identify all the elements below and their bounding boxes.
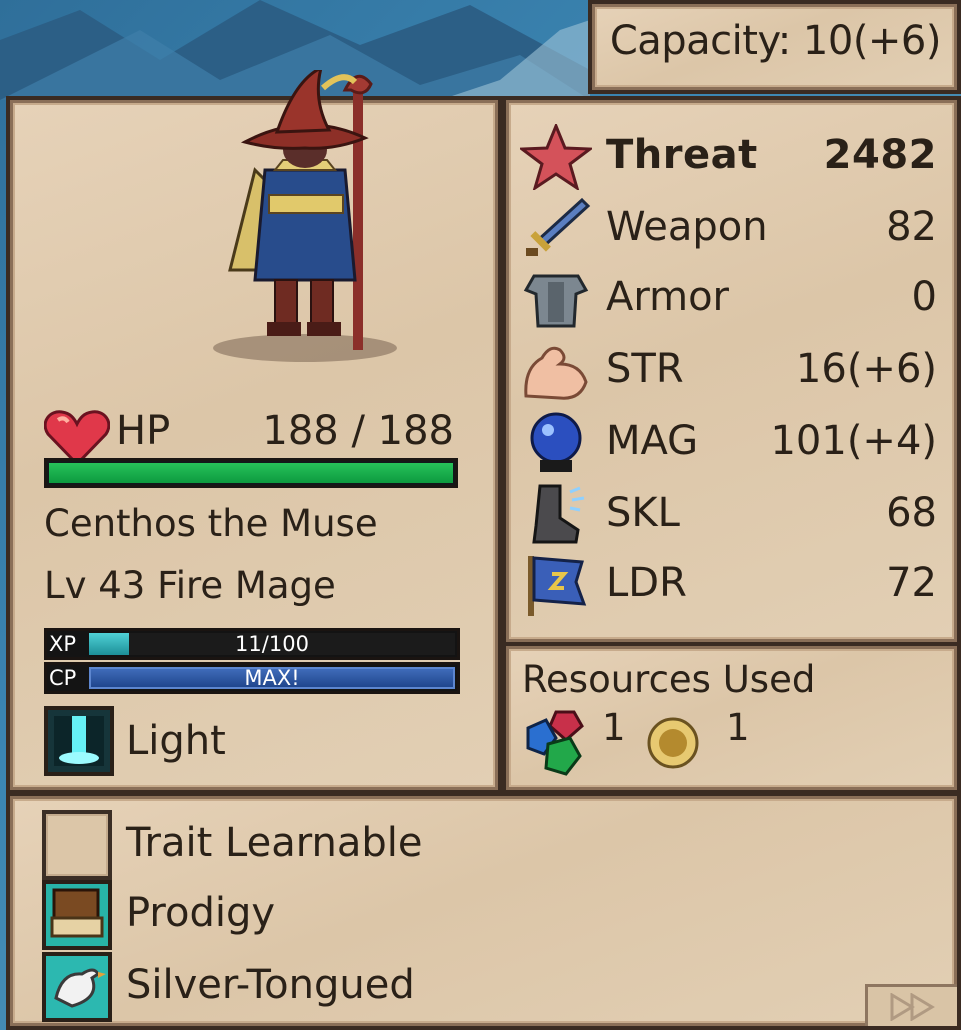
resources-panel: Resources Used 1 1 — [502, 642, 961, 794]
hp-row: HP 188 / 188 — [44, 404, 464, 466]
element-row[interactable]: Light — [44, 706, 344, 776]
cp-bar: CP MAX! — [44, 662, 460, 694]
element-label: Light — [126, 718, 226, 764]
stats-panel: Threat 2482 Weapon 82 Armor 0 STR 16(+6) — [502, 96, 961, 646]
banner-flag-icon — [528, 556, 587, 616]
stat-armor: Armor 0 — [520, 266, 937, 332]
next-page-button[interactable] — [865, 984, 957, 1026]
stat-label: STR — [606, 346, 684, 392]
stat-value: 82 — [886, 204, 937, 250]
sword-icon — [526, 197, 591, 256]
hp-bar — [44, 458, 458, 488]
trait-label: Prodigy — [126, 890, 276, 936]
stat-label: Armor — [606, 274, 729, 320]
stat-label: LDR — [606, 560, 687, 606]
coin-count: 1 — [726, 706, 750, 749]
cp-value: MAX! — [244, 666, 300, 690]
hp-bar-fill — [49, 463, 453, 483]
stat-label: SKL — [606, 490, 680, 536]
xp-value: 11/100 — [235, 632, 309, 656]
star-icon — [520, 124, 592, 190]
stat-value: 68 — [886, 490, 937, 536]
cp-tag: CP — [47, 665, 89, 691]
boot-icon — [532, 484, 585, 544]
white-bird-icon — [42, 952, 112, 1022]
stat-threat: Threat 2482 — [520, 124, 937, 190]
empty-slot-icon — [42, 810, 112, 880]
scroll-book-icon — [42, 880, 112, 950]
xp-bar: XP 11/100 — [44, 628, 460, 660]
unit-level-class: Lv 43 Fire Mage — [44, 564, 336, 607]
armor-icon — [523, 274, 589, 328]
stat-value: 16(+6) — [795, 346, 937, 392]
stat-label: Threat — [606, 132, 758, 178]
stat-skl: SKL 68 — [520, 482, 937, 548]
trait-silver-tongued[interactable]: Silver-Tongued — [42, 952, 642, 1022]
stat-str: STR 16(+6) — [520, 338, 937, 404]
stat-weapon: Weapon 82 — [520, 196, 937, 262]
trait-learnable[interactable]: Trait Learnable — [42, 810, 642, 880]
gold-coin-icon — [647, 717, 699, 769]
crystal-ball-icon — [530, 412, 582, 472]
muscle-arm-icon — [524, 346, 588, 400]
stat-value: 72 — [886, 560, 937, 606]
fast-forward-icon — [890, 993, 935, 1021]
stat-label: Weapon — [606, 204, 768, 250]
hp-value: 188 / 188 — [262, 408, 454, 454]
unit-name: Centhos the Muse — [44, 502, 378, 545]
hp-label: HP — [116, 408, 171, 454]
stat-value: 0 — [911, 274, 937, 320]
trait-label: Silver-Tongued — [126, 962, 415, 1008]
character-panel: HP 188 / 188 Centhos the Muse Lv 43 Fire… — [6, 70, 502, 794]
resources-title: Resources Used — [522, 658, 816, 701]
trait-label: Trait Learnable — [126, 820, 423, 866]
traits-panel: Trait Learnable Prodigy Silver-Tongued — [6, 792, 961, 1030]
gems-count: 1 — [602, 706, 626, 749]
fire-mage-sprite — [213, 70, 397, 362]
stat-value: 101(+4) — [770, 418, 937, 464]
xp-tag: XP — [47, 631, 89, 657]
trait-prodigy[interactable]: Prodigy — [42, 880, 642, 950]
stat-value: 2482 — [823, 132, 937, 178]
capacity-box: Capacity: 10(+6) — [588, 0, 961, 94]
stat-label: MAG — [606, 418, 699, 464]
light-element-icon — [44, 706, 114, 776]
capacity-text: Capacity: 10(+6) — [609, 18, 942, 64]
stat-ldr: LDR 72 — [520, 552, 937, 618]
stat-mag: MAG 101(+4) — [520, 410, 937, 476]
gems-icon — [526, 710, 584, 776]
